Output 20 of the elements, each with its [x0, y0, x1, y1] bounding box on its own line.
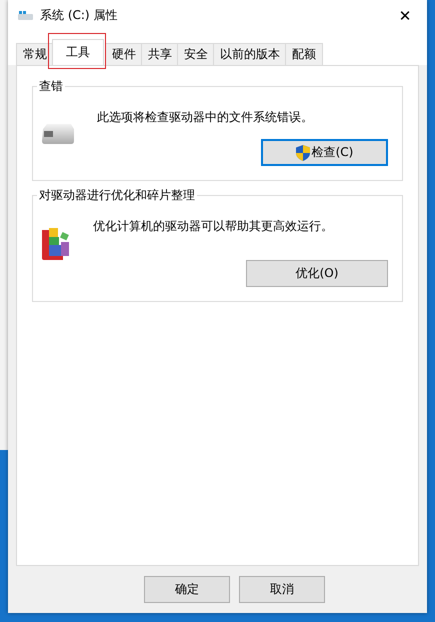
- group-title: 查错: [38, 78, 64, 95]
- window-title: 系统 (C:) 属性: [40, 7, 118, 24]
- description-text: 优化计算机的驱动器可以帮助其更高效运行。: [93, 218, 333, 235]
- tab[interactable]: 常规: [16, 43, 54, 65]
- tab[interactable]: 安全: [177, 43, 215, 65]
- action-button[interactable]: 检查(C): [261, 139, 388, 166]
- tab[interactable]: 共享: [141, 43, 179, 65]
- action-button[interactable]: 优化(O): [246, 260, 388, 287]
- group-title: 对驱动器进行优化和碎片整理: [38, 187, 196, 204]
- tab[interactable]: 工具: [52, 39, 104, 65]
- close-button[interactable]: ✕: [383, 0, 427, 31]
- description-text: 此选项将检查驱动器中的文件系统错误。: [97, 109, 313, 126]
- drive-icon: [41, 123, 75, 145]
- dialog-button[interactable]: 确定: [144, 576, 230, 603]
- dialog-button[interactable]: 取消: [239, 576, 325, 603]
- drive-icon: [18, 10, 34, 22]
- tab[interactable]: 以前的版本: [213, 43, 287, 65]
- tab[interactable]: 硬件: [105, 43, 143, 65]
- tab[interactable]: 配额: [285, 43, 323, 65]
- defrag-icon: [41, 226, 71, 260]
